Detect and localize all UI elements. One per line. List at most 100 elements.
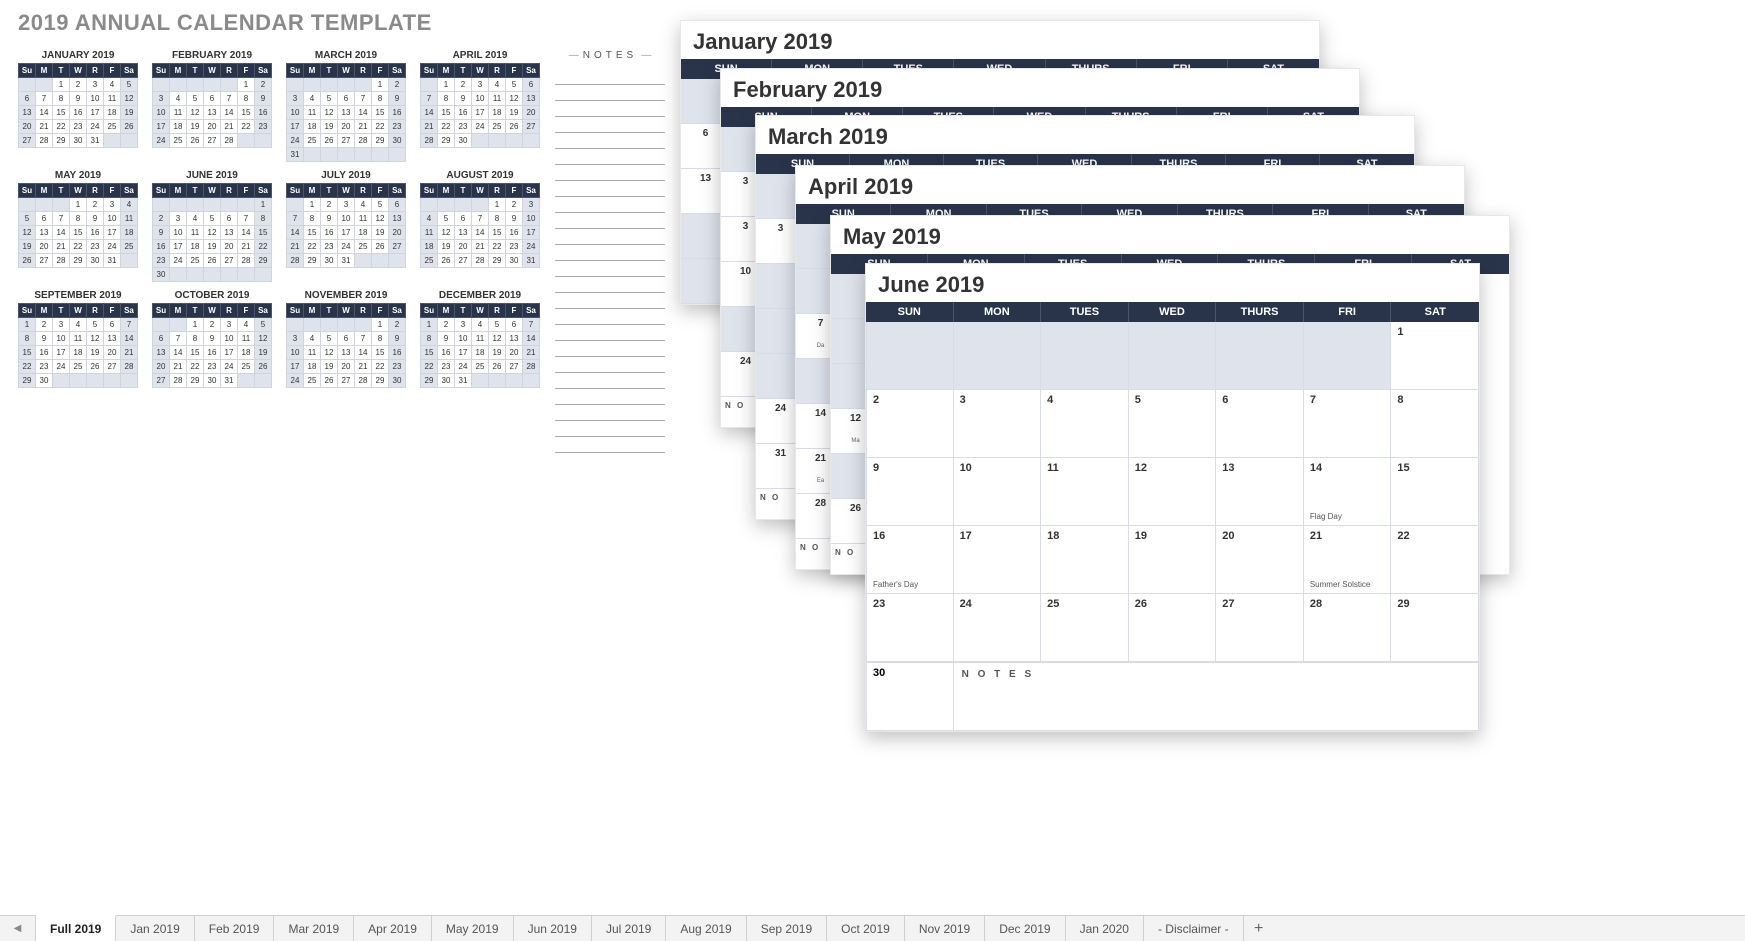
note-line[interactable] <box>555 389 665 405</box>
note-line[interactable] <box>555 309 665 325</box>
mini-day-cell: 10 <box>472 92 489 106</box>
mini-day-header: Su <box>287 64 304 78</box>
note-line[interactable] <box>555 293 665 309</box>
mini-day-cell: 3 <box>87 78 104 92</box>
day-cell[interactable]: 27 <box>1216 594 1304 662</box>
mini-day-cell: 16 <box>506 226 523 240</box>
tab-scroll-left-icon[interactable]: ◀ <box>0 916 36 941</box>
day-cell[interactable]: 14Flag Day <box>1304 458 1392 526</box>
mini-day-cell: 27 <box>523 120 540 134</box>
note-line[interactable] <box>555 245 665 261</box>
mini-day-cell: 8 <box>53 92 70 106</box>
note-line[interactable] <box>555 85 665 101</box>
day-cell[interactable]: 19 <box>1129 526 1217 594</box>
note-line[interactable] <box>555 373 665 389</box>
day-cell[interactable]: 17 <box>954 526 1042 594</box>
day-cell[interactable]: 13 <box>1216 458 1304 526</box>
sheet-tab[interactable]: Jan 2020 <box>1066 916 1144 941</box>
note-line[interactable] <box>555 437 665 453</box>
day-cell[interactable] <box>954 322 1042 390</box>
mini-day-cell: 28 <box>472 254 489 268</box>
mini-day-cell: 10 <box>221 332 238 346</box>
note-line[interactable] <box>555 405 665 421</box>
day-cell[interactable]: 18 <box>1041 526 1129 594</box>
note-line[interactable] <box>555 165 665 181</box>
day-cell[interactable]: 23 <box>866 594 954 662</box>
day-cell[interactable] <box>1304 322 1392 390</box>
day-cell[interactable]: 16Father's Day <box>866 526 954 594</box>
mini-day-cell <box>287 198 304 212</box>
day-cell[interactable]: 3 <box>954 390 1042 458</box>
day-cell[interactable]: 9 <box>866 458 954 526</box>
day-cell[interactable]: 11 <box>1041 458 1129 526</box>
day-cell[interactable]: 22 <box>1391 526 1479 594</box>
day-cell[interactable]: 15 <box>1391 458 1479 526</box>
note-line[interactable] <box>555 181 665 197</box>
day-cell[interactable]: 8 <box>1391 390 1479 458</box>
mini-month-title: APRIL 2019 <box>420 50 540 61</box>
note-line[interactable] <box>555 325 665 341</box>
mini-day-cell: 26 <box>255 360 272 374</box>
sheet-tab[interactable]: Jun 2019 <box>514 916 592 941</box>
sheet-tab[interactable]: Apr 2019 <box>354 916 432 941</box>
sheet-tab[interactable]: Full 2019 <box>36 915 116 941</box>
mini-day-cell: 22 <box>255 240 272 254</box>
mini-day-cell <box>255 374 272 388</box>
day-cell[interactable]: 12 <box>1129 458 1217 526</box>
note-line[interactable] <box>555 213 665 229</box>
mini-day-cell <box>204 268 221 282</box>
note-line[interactable] <box>555 357 665 373</box>
note-line[interactable] <box>555 133 665 149</box>
day-cell[interactable]: 20 <box>1216 526 1304 594</box>
day-cell[interactable] <box>1129 322 1217 390</box>
note-line[interactable] <box>555 421 665 437</box>
note-line[interactable] <box>555 277 665 293</box>
add-sheet-button[interactable]: + <box>1244 916 1274 941</box>
day-cell[interactable]: 28 <box>1304 594 1392 662</box>
day-cell[interactable]: 29 <box>1391 594 1479 662</box>
note-line[interactable] <box>555 69 665 85</box>
day-cell[interactable]: 21Summer Solstice <box>1304 526 1392 594</box>
day-cell[interactable] <box>1216 322 1304 390</box>
mini-day-cell: 13 <box>204 106 221 120</box>
note-line[interactable] <box>555 261 665 277</box>
sheet-tab[interactable]: Oct 2019 <box>827 916 905 941</box>
sheet-tab[interactable]: Nov 2019 <box>905 916 985 941</box>
sheet-tab[interactable]: Jul 2019 <box>592 916 666 941</box>
day-cell[interactable] <box>866 322 954 390</box>
note-line[interactable] <box>555 229 665 245</box>
mini-day-cell: 27 <box>104 360 121 374</box>
day-cell[interactable]: 2 <box>866 390 954 458</box>
day-cell[interactable]: 6 <box>1216 390 1304 458</box>
day-cell[interactable]: 4 <box>1041 390 1129 458</box>
sheet-tab[interactable]: Aug 2019 <box>666 916 746 941</box>
sheet-tab[interactable]: Feb 2019 <box>195 916 275 941</box>
day-cell[interactable]: 7 <box>1304 390 1392 458</box>
sheet-tab[interactable]: Jan 2019 <box>116 916 194 941</box>
mini-day-cell: 29 <box>187 374 204 388</box>
mini-day-header: R <box>355 64 372 78</box>
note-line[interactable] <box>555 341 665 357</box>
day-cell[interactable]: 25 <box>1041 594 1129 662</box>
day-cell[interactable]: 1 <box>1391 322 1479 390</box>
sheet-tab[interactable]: Mar 2019 <box>274 916 354 941</box>
sheet-tab[interactable]: Dec 2019 <box>985 916 1065 941</box>
notes-area[interactable]: N O T E S <box>954 663 1479 731</box>
note-line[interactable] <box>555 149 665 165</box>
mini-day-header: R <box>221 304 238 318</box>
note-line[interactable] <box>555 117 665 133</box>
mini-day-cell: 14 <box>53 226 70 240</box>
day-cell[interactable]: 30 <box>866 663 954 731</box>
day-cell[interactable]: 24 <box>954 594 1042 662</box>
note-line[interactable] <box>555 197 665 213</box>
note-line[interactable] <box>555 101 665 117</box>
mini-day-cell: 8 <box>304 212 321 226</box>
sheet-tab[interactable]: - Disclaimer - <box>1144 916 1244 941</box>
mini-day-header: W <box>70 304 87 318</box>
day-cell[interactable]: 26 <box>1129 594 1217 662</box>
sheet-tab[interactable]: Sep 2019 <box>747 916 827 941</box>
sheet-tab[interactable]: May 2019 <box>432 916 514 941</box>
day-cell[interactable]: 10 <box>954 458 1042 526</box>
day-cell[interactable]: 5 <box>1129 390 1217 458</box>
day-cell[interactable] <box>1041 322 1129 390</box>
